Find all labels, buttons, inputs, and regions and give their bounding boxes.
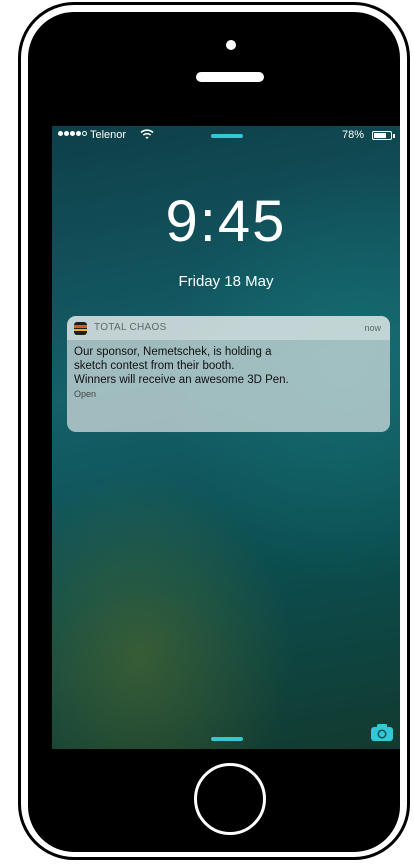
front-camera <box>224 38 238 52</box>
notification-line: Winners will receive an awesome 3D Pen. <box>74 374 289 386</box>
app-icon <box>74 322 87 335</box>
battery-nub <box>393 134 395 138</box>
notification-time: now <box>364 323 381 333</box>
notification-app-name: TOTAL CHAOS <box>94 322 167 333</box>
lock-screen-time: 9:45 <box>165 189 287 254</box>
notification-message: Our sponsor, Nemetschek, is holding a sk… <box>74 345 379 387</box>
battery-percentage: 78% <box>342 129 365 141</box>
lock-screen: Telenor 78% 9:45 Friday 18 May TOTAL CHA… <box>52 126 400 749</box>
notification-center-grabber[interactable] <box>211 134 243 138</box>
notification-line: sketch contest from their booth. <box>74 360 235 372</box>
earpiece-speaker <box>194 70 266 84</box>
status-bar: Telenor 78% <box>52 126 400 146</box>
notification-card[interactable]: TOTAL CHAOS now Our sponsor, Nemetschek,… <box>67 316 390 432</box>
carrier-name: Telenor <box>90 129 127 141</box>
signal-strength-icon <box>58 131 87 136</box>
notification-line: Our sponsor, Nemetschek, is holding a <box>74 346 272 358</box>
notification-open-action[interactable]: Open <box>74 389 96 399</box>
battery-icon <box>372 131 392 140</box>
lock-screen-date: Friday 18 May <box>178 273 274 290</box>
home-button[interactable] <box>194 763 266 835</box>
wifi-icon <box>140 129 154 139</box>
camera-icon[interactable] <box>370 722 394 742</box>
notification-header: TOTAL CHAOS now <box>67 316 390 340</box>
control-center-grabber[interactable] <box>211 737 243 741</box>
